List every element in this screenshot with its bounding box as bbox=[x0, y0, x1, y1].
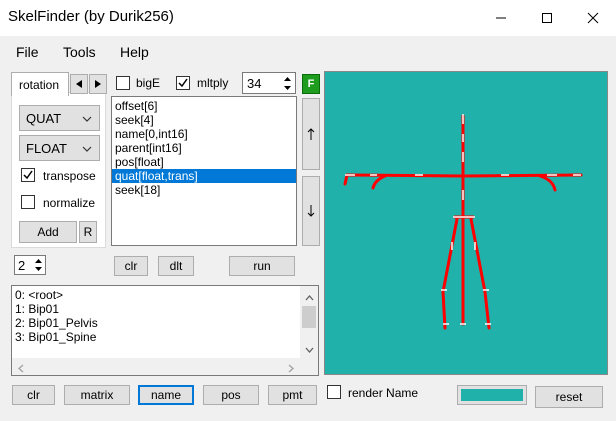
spinner-up[interactable] bbox=[32, 257, 44, 265]
triangle-left-icon bbox=[76, 80, 82, 88]
mltply-spinner[interactable]: 34 bbox=[242, 72, 296, 94]
spinner-down[interactable] bbox=[280, 83, 294, 92]
transpose-label: transpose bbox=[43, 169, 96, 183]
list-item[interactable]: 2: Bip01_Pelvis bbox=[12, 316, 298, 330]
tab-rotation[interactable]: rotation bbox=[11, 72, 69, 96]
close-button[interactable] bbox=[570, 0, 616, 36]
normalize-checkbox[interactable] bbox=[21, 195, 35, 209]
arrow-up-icon bbox=[307, 128, 315, 140]
reset-button[interactable]: reset bbox=[535, 386, 603, 408]
list-item[interactable]: 0: <root> bbox=[12, 288, 298, 302]
level-value: 2 bbox=[18, 258, 26, 273]
rotation-format-value: QUAT bbox=[26, 110, 62, 126]
scroll-down-arrow[interactable] bbox=[305, 342, 314, 356]
list-item[interactable]: offset[6] bbox=[112, 99, 296, 113]
checkmark-icon bbox=[178, 78, 188, 88]
triangle-up-icon bbox=[34, 259, 42, 263]
maximize-icon bbox=[542, 13, 552, 23]
horizontal-scrollbar[interactable] bbox=[12, 358, 300, 375]
vertical-scrollbar[interactable] bbox=[300, 286, 318, 358]
pmt-button[interactable]: pmt bbox=[268, 385, 317, 405]
command-items: offset[6] seek[4] name[0,int16] parent[i… bbox=[112, 97, 296, 197]
skeleton-bones bbox=[343, 114, 583, 330]
window-title: SkelFinder (by Durik256) bbox=[8, 8, 174, 25]
spinner-down[interactable] bbox=[32, 265, 44, 273]
mltply-checkbox[interactable] bbox=[176, 76, 190, 90]
chevron-right-icon bbox=[288, 364, 294, 373]
scroll-right-arrow[interactable] bbox=[288, 362, 294, 375]
tab-scroll-right-button[interactable] bbox=[89, 74, 107, 94]
close-icon bbox=[587, 12, 599, 24]
maximize-button[interactable] bbox=[524, 0, 570, 36]
menu-file[interactable]: File bbox=[16, 44, 39, 60]
delete-command-button[interactable]: dlt bbox=[158, 256, 194, 276]
skeleton-viewport[interactable] bbox=[324, 71, 608, 375]
triangle-up-icon bbox=[283, 76, 291, 81]
bones-list[interactable]: 0: <root> 1: Bip01 2: Bip01_Pelvis 3: Bi… bbox=[11, 285, 319, 376]
chevron-left-icon bbox=[18, 364, 24, 373]
level-spinner[interactable]: 2 bbox=[14, 255, 46, 275]
arrow-down-icon bbox=[307, 205, 315, 217]
matrix-button[interactable]: matrix bbox=[64, 385, 130, 405]
list-item[interactable]: seek[18] bbox=[112, 183, 296, 197]
move-down-button[interactable] bbox=[302, 176, 320, 246]
triangle-down-icon bbox=[34, 267, 42, 271]
list-item[interactable]: name[0,int16] bbox=[112, 127, 296, 141]
color-swatch bbox=[461, 389, 523, 401]
skeleton-render bbox=[343, 114, 583, 330]
bones-items: 0: <root> 1: Bip01 2: Bip01_Pelvis 3: Bi… bbox=[12, 286, 298, 344]
scroll-up-arrow[interactable] bbox=[305, 290, 314, 304]
chevron-up-icon bbox=[305, 295, 314, 301]
chevron-down-icon bbox=[82, 116, 92, 122]
chevron-down-icon bbox=[305, 347, 314, 353]
render-name-label: render Name bbox=[348, 386, 419, 400]
bigE-label: bigE bbox=[136, 76, 161, 90]
chevron-down-icon bbox=[82, 146, 92, 152]
command-list[interactable]: offset[6] seek[4] name[0,int16] parent[i… bbox=[111, 96, 297, 246]
tab-scroll-left-button[interactable] bbox=[70, 74, 88, 94]
menu-tools[interactable]: Tools bbox=[63, 44, 96, 60]
move-up-button[interactable] bbox=[302, 98, 320, 170]
data-type-value: FLOAT bbox=[26, 140, 67, 156]
color-swatch-button[interactable] bbox=[457, 385, 527, 405]
render-name-checkbox[interactable] bbox=[327, 385, 341, 399]
run-button[interactable]: run bbox=[229, 256, 295, 276]
checkmark-icon bbox=[23, 170, 33, 180]
minimize-button[interactable] bbox=[478, 0, 524, 36]
scroll-corner bbox=[300, 358, 318, 375]
f-button[interactable]: F bbox=[302, 74, 320, 94]
r-button[interactable]: R bbox=[79, 221, 97, 243]
triangle-down-icon bbox=[283, 85, 291, 90]
mltply-value: 34 bbox=[247, 76, 262, 91]
clr-commands-button[interactable]: clr bbox=[114, 256, 148, 276]
list-item[interactable]: 3: Bip01_Spine bbox=[12, 330, 298, 344]
name-button[interactable]: name bbox=[138, 385, 194, 405]
list-item[interactable]: parent[int16] bbox=[112, 141, 296, 155]
scroll-thumb[interactable] bbox=[302, 306, 316, 328]
rotation-format-select[interactable]: QUAT bbox=[19, 105, 100, 131]
triangle-right-icon bbox=[95, 80, 101, 88]
minimize-icon bbox=[496, 17, 506, 19]
pos-button[interactable]: pos bbox=[203, 385, 259, 405]
add-button[interactable]: Add bbox=[19, 221, 77, 243]
transpose-checkbox[interactable] bbox=[21, 168, 35, 182]
scroll-left-arrow[interactable] bbox=[18, 362, 24, 375]
menu-help[interactable]: Help bbox=[120, 44, 149, 60]
list-item-selected[interactable]: quat[float,trans] bbox=[112, 169, 296, 183]
list-item[interactable]: pos[float] bbox=[112, 155, 296, 169]
tab-rotation-label: rotation bbox=[19, 78, 60, 92]
data-type-select[interactable]: FLOAT bbox=[19, 135, 100, 161]
spinner-up[interactable] bbox=[280, 74, 294, 83]
normalize-label: normalize bbox=[43, 196, 96, 210]
mltply-label: mltply bbox=[197, 76, 229, 90]
list-item[interactable]: seek[4] bbox=[112, 113, 296, 127]
list-item[interactable]: 1: Bip01 bbox=[12, 302, 298, 316]
bigE-checkbox[interactable] bbox=[116, 76, 130, 90]
clr-bones-button[interactable]: clr bbox=[12, 385, 55, 405]
